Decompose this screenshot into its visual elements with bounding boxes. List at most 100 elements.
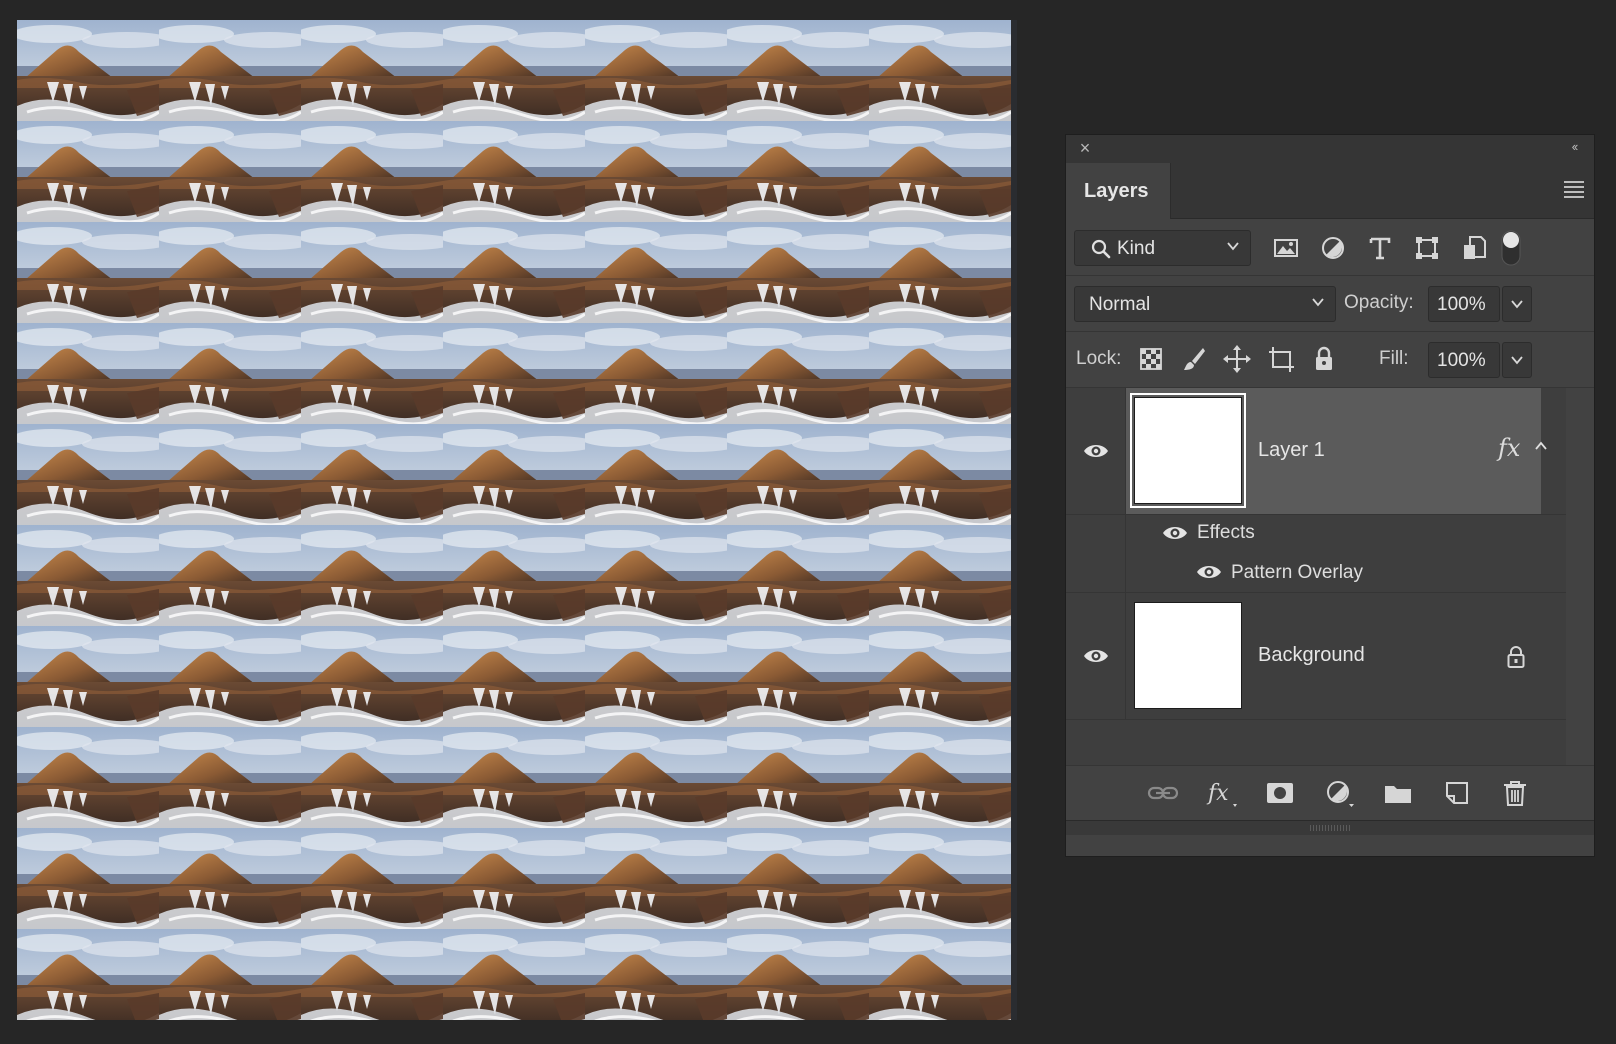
lock-row: Lock: Fill: 100%	[1066, 332, 1594, 388]
layers-scrollbar[interactable]	[1566, 388, 1594, 773]
smart-object-filter-icon[interactable]	[1459, 233, 1489, 263]
opacity-value: 100%	[1437, 294, 1486, 315]
pattern-tile	[727, 828, 869, 929]
effects-header[interactable]: Effects	[1197, 522, 1255, 544]
visibility-column	[1066, 515, 1126, 592]
new-group-icon[interactable]	[1381, 776, 1415, 810]
tab-layers[interactable]: Layers	[1066, 163, 1171, 219]
pattern-tile	[585, 828, 727, 929]
layer-name[interactable]: Layer 1	[1258, 439, 1325, 462]
pattern-tile	[585, 121, 727, 222]
pattern-tile	[585, 20, 727, 121]
layer-row-background[interactable]: Background	[1066, 593, 1568, 720]
pattern-tile	[443, 929, 585, 1020]
pattern-tile	[159, 727, 301, 828]
pattern-tile	[727, 727, 869, 828]
pattern-tile	[17, 20, 159, 121]
pattern-tile	[301, 20, 443, 121]
pattern-tile	[727, 121, 869, 222]
pattern-tile	[159, 626, 301, 727]
svg-text:fx: fx	[1206, 781, 1229, 806]
pattern-tile	[443, 727, 585, 828]
pattern-tile	[869, 727, 1011, 828]
pattern-tile	[585, 727, 727, 828]
pattern-tile	[17, 222, 159, 323]
pattern-tile	[727, 525, 869, 626]
lock-all-icon[interactable]	[1308, 343, 1340, 375]
pattern-tile	[869, 424, 1011, 525]
pattern-tile	[443, 222, 585, 323]
visibility-column	[1066, 593, 1126, 719]
panel-tab-row: Layers	[1066, 163, 1594, 219]
collapse-panel-icon[interactable]: ‹‹	[1564, 138, 1584, 156]
pattern-tile	[301, 727, 443, 828]
pattern-tile	[17, 626, 159, 727]
layer-thumbnail[interactable]	[1134, 602, 1242, 709]
add-mask-icon[interactable]	[1263, 776, 1297, 810]
chevron-down-icon	[1227, 242, 1239, 251]
pattern-tile	[869, 121, 1011, 222]
pattern-tile	[301, 626, 443, 727]
pattern-tile	[443, 828, 585, 929]
pattern-tile	[727, 20, 869, 121]
shape-filter-icon[interactable]	[1412, 233, 1442, 263]
document-canvas[interactable]	[17, 20, 1017, 1020]
pattern-tile	[17, 727, 159, 828]
close-icon[interactable]: ×	[1076, 139, 1094, 157]
layer-thumbnail[interactable]	[1130, 393, 1246, 508]
lock-transparent-pixels-icon[interactable]	[1135, 343, 1167, 375]
effect-pattern-overlay[interactable]: Pattern Overlay	[1231, 562, 1363, 584]
add-layer-style-icon[interactable]: fx	[1204, 776, 1238, 810]
layer-row-layer-1[interactable]: Layer 1 fx	[1066, 388, 1568, 515]
eye-icon[interactable]	[1083, 647, 1109, 665]
pattern-tile	[159, 323, 301, 424]
fx-icon[interactable]: fx	[1498, 434, 1520, 462]
fill-label: Fill:	[1379, 348, 1409, 369]
fill-input[interactable]: 100%	[1428, 342, 1500, 378]
link-layers-icon[interactable]	[1146, 776, 1180, 810]
lock-icon[interactable]	[1506, 645, 1526, 669]
lock-image-pixels-icon[interactable]	[1178, 343, 1210, 375]
pattern-tile	[159, 20, 301, 121]
pattern-tile	[869, 929, 1011, 1020]
blend-mode-value: Normal	[1089, 294, 1151, 315]
lock-artboard-icon[interactable]	[1265, 343, 1297, 375]
fill-slider-toggle[interactable]	[1502, 342, 1532, 378]
pattern-tile	[585, 525, 727, 626]
new-adjustment-layer-icon[interactable]	[1322, 776, 1356, 810]
filter-row: Kind	[1066, 219, 1594, 276]
layer-name[interactable]: Background	[1258, 644, 1365, 667]
filter-kind-value: Kind	[1117, 238, 1156, 259]
opacity-slider-toggle[interactable]	[1502, 286, 1532, 322]
panel-resize-bar[interactable]	[1066, 820, 1594, 835]
filter-toggle-icon[interactable]	[1500, 229, 1522, 267]
chevron-up-icon[interactable]	[1534, 440, 1548, 452]
search-icon	[1091, 239, 1111, 259]
image-filter-icon[interactable]	[1271, 233, 1301, 263]
pattern-tile	[727, 626, 869, 727]
filter-kind-dropdown[interactable]: Kind	[1074, 230, 1251, 266]
adjustment-filter-icon[interactable]	[1318, 233, 1348, 263]
eye-icon[interactable]	[1162, 524, 1188, 542]
type-filter-icon[interactable]	[1365, 233, 1395, 263]
pattern-tile	[301, 222, 443, 323]
new-layer-icon[interactable]	[1440, 776, 1474, 810]
lock-position-icon[interactable]	[1221, 343, 1253, 375]
pattern-tile	[17, 828, 159, 929]
pattern-tile	[17, 929, 159, 1020]
visibility-column	[1066, 388, 1126, 514]
chevron-down-icon	[1511, 356, 1523, 365]
pattern-tile	[727, 424, 869, 525]
blend-mode-dropdown[interactable]: Normal	[1074, 286, 1336, 322]
opacity-input[interactable]: 100%	[1428, 286, 1500, 322]
layers-list[interactable]: Layer 1 fx Effects Pattern Overlay Backg…	[1066, 388, 1594, 773]
eye-icon[interactable]	[1083, 442, 1109, 460]
panel-menu-icon[interactable]	[1564, 181, 1584, 198]
pattern-tile	[585, 626, 727, 727]
pattern-tile	[443, 525, 585, 626]
eye-icon[interactable]	[1196, 563, 1222, 581]
fill-value: 100%	[1437, 350, 1486, 371]
pattern-tile	[443, 424, 585, 525]
delete-layer-icon[interactable]	[1498, 776, 1532, 810]
pattern-tile	[301, 121, 443, 222]
